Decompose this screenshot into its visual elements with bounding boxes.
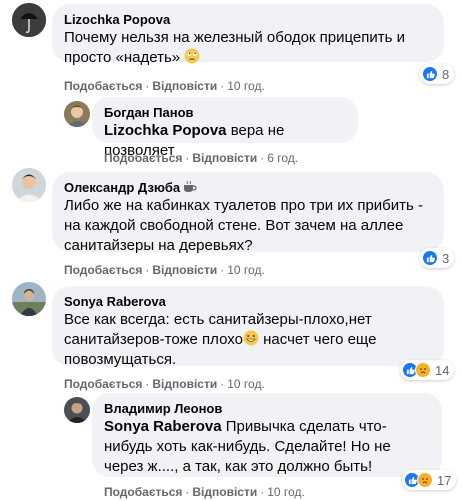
comment-text: Sonya Raberova Привычка сделать что-нибу… bbox=[104, 418, 395, 475]
like-button[interactable]: Подобається bbox=[104, 151, 182, 165]
comment-author[interactable]: Sonya Raberova bbox=[64, 293, 432, 310]
avatar[interactable] bbox=[64, 397, 90, 423]
reaction-count: 3 bbox=[442, 250, 450, 266]
person-avatar-icon bbox=[64, 101, 90, 127]
comment-time[interactable]: 6 год. bbox=[267, 151, 298, 165]
comment-author[interactable]: Богдан Панов bbox=[104, 104, 346, 121]
like-reaction-icon bbox=[422, 250, 438, 266]
comment-text: Почему нельзя на железный ободок прицепи… bbox=[64, 29, 410, 66]
avatar[interactable] bbox=[12, 3, 46, 37]
comment-author[interactable]: Владимир Леонов bbox=[104, 400, 430, 417]
sad-reaction-icon bbox=[417, 472, 433, 488]
comment-text: Все как всегда: есть санитайзеры-плохо,н… bbox=[64, 311, 381, 368]
comment-author: Олександр Дзюба bbox=[64, 179, 432, 196]
comment-author[interactable]: Lizochka Popova bbox=[64, 11, 432, 28]
mention-link[interactable]: Lizochka Popova bbox=[104, 122, 227, 139]
person-avatar-icon bbox=[12, 282, 46, 316]
rolling-eyes-emoji-icon bbox=[184, 48, 200, 64]
person-avatar-icon bbox=[64, 397, 90, 423]
like-button[interactable]: Подобається bbox=[64, 377, 142, 391]
comment-bubble: Богдан Панов Lizochka Popova вера не поз… bbox=[92, 97, 358, 159]
comment-text: Либо же на кабинках туалетов про три их … bbox=[64, 197, 428, 254]
reply-button[interactable]: Відповісти bbox=[192, 485, 257, 499]
coffee-icon bbox=[184, 180, 197, 192]
comment-bubble: Lizochka Popova Почему нельзя на железны… bbox=[52, 4, 444, 66]
reaction-summary[interactable]: 17 bbox=[402, 470, 457, 490]
avatar[interactable] bbox=[64, 101, 90, 127]
comment-actions: Подобається · Відповісти · 10 год. bbox=[64, 263, 265, 277]
person-avatar-icon bbox=[12, 168, 46, 202]
reply-button[interactable]: Відповісти bbox=[152, 79, 217, 93]
avatar[interactable] bbox=[12, 168, 46, 202]
comment-bubble: Владимир Леонов Sonya Raberova Привычка … bbox=[92, 393, 442, 477]
mention-link[interactable]: Sonya Raberova bbox=[104, 418, 222, 435]
reaction-summary[interactable]: 14 bbox=[400, 360, 455, 380]
avatar[interactable] bbox=[12, 282, 46, 316]
grinning-emoji-icon bbox=[243, 330, 259, 346]
reaction-summary[interactable]: 8 bbox=[420, 64, 455, 84]
reply-button[interactable]: Відповісти bbox=[152, 377, 217, 391]
comment-actions: Подобається · Відповісти · 10 год. bbox=[64, 377, 265, 391]
reaction-count: 17 bbox=[437, 472, 452, 488]
sad-reaction-icon bbox=[415, 362, 431, 378]
comment-time[interactable]: 10 год. bbox=[227, 377, 265, 391]
umbrella-avatar-icon bbox=[12, 3, 46, 37]
reaction-summary[interactable]: 3 bbox=[420, 248, 455, 268]
like-button[interactable]: Подобається bbox=[64, 79, 142, 93]
comment-actions: Подобається · Відповісти · 10 год. bbox=[104, 485, 305, 499]
reaction-count: 14 bbox=[435, 362, 450, 378]
like-reaction-icon bbox=[422, 66, 438, 82]
comment-bubble: Олександр Дзюба Либо же на кабинках туал… bbox=[52, 172, 444, 254]
like-button[interactable]: Подобається bbox=[104, 485, 182, 499]
comment-actions: Подобається · Відповісти · 6 год. bbox=[104, 151, 299, 165]
comment-actions: Подобається · Відповісти · 10 год. bbox=[64, 79, 265, 93]
reply-button[interactable]: Відповісти bbox=[152, 263, 217, 277]
comment-time[interactable]: 10 год. bbox=[227, 79, 265, 93]
comment-time[interactable]: 10 год. bbox=[227, 263, 265, 277]
comment-time[interactable]: 10 год. bbox=[267, 485, 305, 499]
comment-bubble: Sonya Raberova Все как всегда: есть сани… bbox=[52, 286, 444, 368]
like-button[interactable]: Подобається bbox=[64, 263, 142, 277]
reply-button[interactable]: Відповісти bbox=[192, 151, 257, 165]
reaction-count: 8 bbox=[442, 66, 450, 82]
